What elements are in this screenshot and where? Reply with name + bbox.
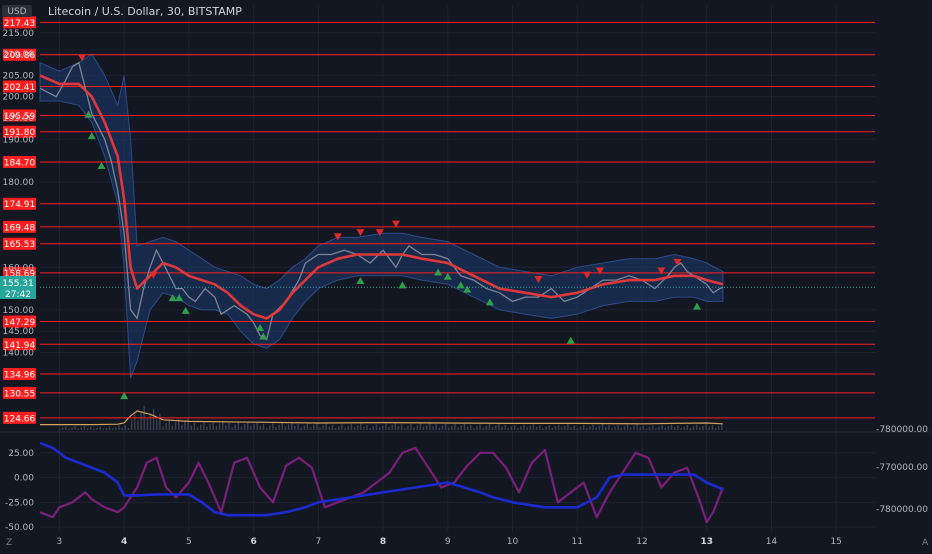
time-axis-tick: 5: [186, 537, 192, 547]
time-axis-tick: 3: [57, 537, 63, 547]
oscillator-right-tick: -780000.00: [876, 505, 928, 515]
oscillator-left-tick: -25.00: [5, 498, 34, 508]
time-axis-tick: 10: [507, 537, 519, 547]
time-axis-tick: 9: [445, 537, 451, 547]
price-axis-tick: 145.00: [3, 327, 35, 337]
oscillator-right-tick: -780000.00: [876, 425, 928, 435]
chart-canvas[interactable]: 217.43209.86202.41195.59191.80184.70174.…: [0, 0, 932, 550]
oscillator-left-tick: 25.00: [8, 449, 34, 459]
oscillator-left-tick: -50.00: [5, 523, 34, 533]
time-axis-tick: 12: [636, 537, 647, 547]
price-axis-tick: 140.00: [3, 349, 35, 359]
time-axis-tick: 11: [572, 537, 583, 547]
level-label: 184.70: [4, 158, 36, 168]
level-label: 165.53: [4, 240, 36, 250]
time-axis-tick: 7: [315, 537, 321, 547]
time-axis-tick: 13: [700, 537, 713, 547]
time-axis-tick: 14: [766, 537, 778, 547]
price-axis-tick: 150.00: [3, 306, 35, 316]
level-label: 174.91: [4, 200, 36, 210]
chart-container[interactable]: 217.43 209.86 202.41 195.59 191.80 184.70 174.…: [0, 0, 932, 550]
price-axis-tick: 160.00: [3, 263, 35, 273]
level-label: 130.55: [4, 389, 36, 399]
last-price-value: 155.31: [2, 279, 34, 289]
level-label: 217.43: [4, 19, 36, 29]
level-label: 169.48: [4, 223, 36, 233]
price-axis-tick: 205.00: [3, 71, 35, 81]
time-axis-tick: 6: [250, 537, 256, 547]
symbol-title: Litecoin / U.S. Dollar, 30, BITSTAMP: [48, 5, 242, 18]
price-axis-tick: 190.00: [3, 135, 35, 145]
price-axis-tick: 195.00: [3, 114, 35, 124]
price-axis-tick: 180.00: [3, 178, 35, 188]
log-scale-toggle[interactable]: Z: [6, 538, 12, 548]
price-axis-tick: 200.00: [3, 93, 35, 103]
oscillator-left-tick: 0.00: [14, 474, 34, 484]
level-label: 134.96: [4, 371, 36, 381]
level-label: 202.41: [4, 83, 36, 93]
price-axis-tick: 210.00: [3, 50, 35, 60]
oscillator-right-tick: -770000.00: [876, 463, 928, 473]
time-axis-tick: 15: [830, 537, 841, 547]
auto-scale-toggle[interactable]: A: [922, 538, 929, 548]
currency-badge-label: USD: [7, 7, 26, 17]
level-label: 124.66: [4, 414, 36, 424]
price-axis-tick: 215.00: [3, 29, 35, 39]
last-price-countdown: 27:42: [5, 290, 31, 300]
time-axis-tick: 8: [380, 537, 386, 547]
time-axis-tick: 4: [121, 537, 127, 547]
